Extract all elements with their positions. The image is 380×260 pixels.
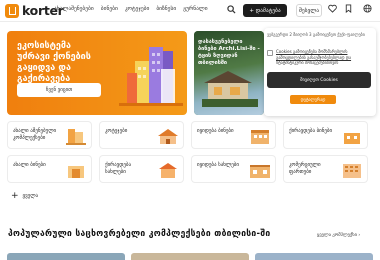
cookie-line-2: გამოცდილების გასაუმჯობესებლად და [276, 54, 352, 60]
house-rent-icon [159, 163, 177, 178]
apartment-icon [251, 130, 269, 144]
accept-cookies-button[interactable]: მივიღეთ Cookies [267, 72, 371, 88]
complex-card-image[interactable] [131, 253, 249, 260]
category-tile-new-complexes[interactable]: ახალი აშენებული კომპლექსები [7, 121, 92, 149]
category-tile-houses-sale[interactable]: იყიდება სახლები [191, 155, 276, 183]
category-tile-apartments-rent[interactable]: ქირავდება ბინები [283, 121, 368, 149]
promo-banner[interactable]: დასასვენებელი ბინები Archi.Lisi-ში - ტყი… [194, 31, 264, 115]
cookie-description: Cookies გამოიყენება მომხმარებლის გამოცდი… [276, 49, 372, 66]
category-tile-cottages[interactable]: კოტეჯები [99, 121, 184, 149]
category-tile-new-apartments[interactable]: ახალი ბინები [7, 155, 92, 183]
hero-button[interactable]: ჩვენ ვიცით [17, 83, 101, 97]
tile-label: იყიდება სახლები [197, 162, 239, 168]
heart-icon[interactable] [326, 4, 338, 15]
tile-label: იყიდება ბინები [197, 128, 234, 134]
tile-label: ახალი აშენებული კომპლექსები [13, 128, 57, 141]
search-icon[interactable] [227, 5, 236, 16]
cookie-intro: ვებგვერდი 2 მიიღოს 3 გამოიყენეთ ქუქი-ფაი… [267, 32, 365, 37]
nav-item-journal[interactable]: ჟურნალი [183, 6, 207, 12]
see-all-label: ყველა კომპლექსი [317, 233, 357, 238]
cottage-icon [158, 129, 178, 144]
buildings-illustration [119, 47, 183, 106]
section-title: პოპულარული საცხოვრებელი კომპლექსები თბილ… [8, 229, 271, 239]
tile-label: კოტეჯები [105, 128, 128, 134]
tile-label: ქირავდება ბინები [289, 128, 333, 134]
complex-card-image[interactable] [7, 253, 125, 260]
category-tile-apartments-sale[interactable]: იყიდება ბინები [191, 121, 276, 149]
logo-icon [5, 3, 19, 18]
promo-text: დასასვენებელი ბინები Archi.Lisi-ში - ტყი… [198, 39, 260, 66]
globe-icon[interactable] [361, 4, 373, 15]
cookie-checkbox[interactable] [267, 50, 273, 56]
tile-label: ახალი ბინები [13, 162, 46, 168]
nav-item-apartments[interactable]: ბინები [101, 6, 118, 12]
login-button[interactable]: შესვლა [296, 4, 322, 17]
show-more-label: ყველა [22, 193, 39, 199]
category-tile-commercial[interactable]: კომერციული ფართები [283, 155, 368, 183]
see-all-link[interactable]: ყველა კომპლექსი › [317, 233, 360, 238]
category-tile-houses-rent[interactable]: ქირავდება სახლები [99, 155, 184, 183]
commercial-building-icon [343, 164, 361, 178]
house-sale-icon [250, 165, 270, 178]
promo-details-button[interactable]: დეტალურად [290, 95, 336, 104]
top-header: korter ახალაშენებები ბინები კოტეჯები ბიზ… [0, 0, 380, 22]
tile-label: კომერციული ფართები [289, 162, 321, 175]
nav-item-business[interactable]: ბიზნესი [156, 6, 176, 12]
plus-icon: + [11, 191, 19, 201]
hero-banner: ეკოსისტემა უძრავი ქონების გაყიდვა და გაქ… [7, 31, 187, 115]
add-listing-button[interactable]: + დამატება [243, 4, 287, 17]
complex-card-image[interactable] [255, 253, 373, 260]
bookmark-icon[interactable] [342, 4, 354, 15]
rent-apartment-icon [344, 131, 360, 144]
new-apartment-icon [68, 166, 84, 178]
main-nav: ახალაშენებები ბინები კოტეჯები ბიზნესი ჟუ… [54, 6, 208, 12]
complex-building-icon [66, 129, 86, 145]
villa-image [202, 71, 258, 107]
show-more-categories[interactable]: + ყველა [11, 191, 39, 201]
cookie-line-3: სტატისტიკური მონაცემებისთვის [276, 60, 339, 65]
nav-item-cottages[interactable]: კოტეჯები [125, 6, 150, 12]
cookie-line-1[interactable]: Cookies გამოიყენება მომხმარებლის [276, 49, 347, 54]
tile-label: ქირავდება სახლები [105, 162, 131, 175]
nav-item-new-buildings[interactable]: ახალაშენებები [54, 6, 94, 12]
